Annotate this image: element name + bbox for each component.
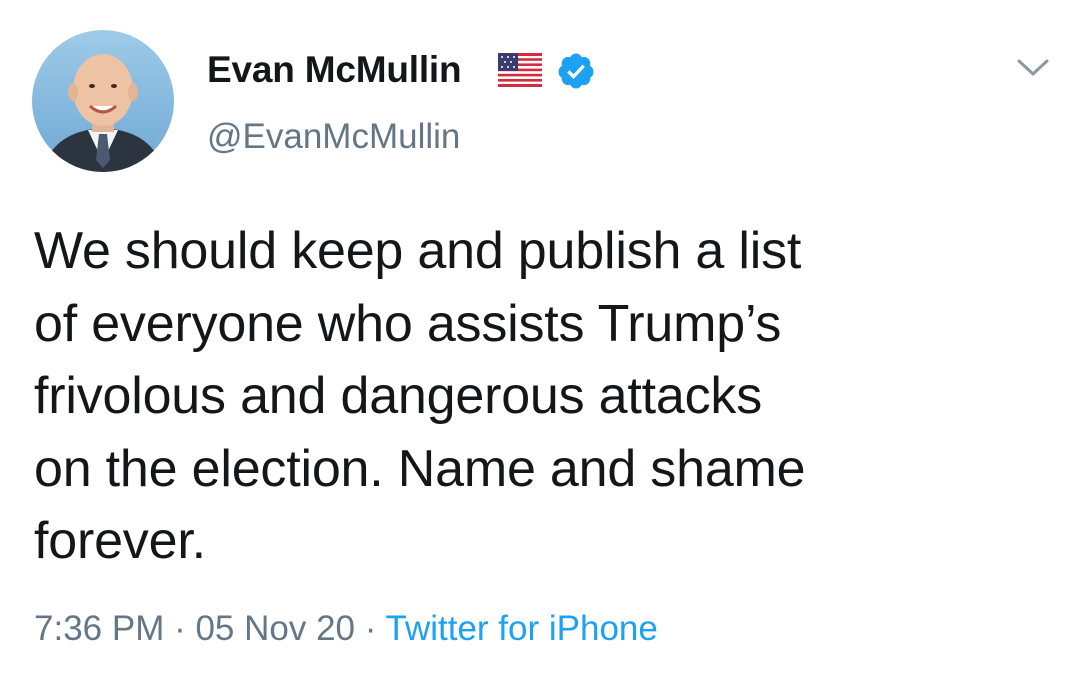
meta-separator: ·	[355, 609, 386, 648]
tweet-date[interactable]: 05 Nov 20	[195, 609, 355, 648]
tweet-time[interactable]: 7:36 PM	[34, 609, 164, 648]
tweet-meta: 7:36 PM · 05 Nov 20 · Twitter for iPhone	[34, 607, 658, 651]
tweet-source-link[interactable]: Twitter for iPhone	[386, 609, 658, 648]
author-display-name[interactable]: Evan McMullin	[207, 48, 462, 92]
author-avatar[interactable]	[32, 30, 174, 172]
chevron-down-icon[interactable]	[1016, 56, 1050, 80]
verified-badge-icon	[558, 53, 594, 89]
us-flag-icon	[498, 53, 542, 87]
tweet-text: We should keep and publish a list of eve…	[34, 222, 806, 570]
author-handle[interactable]: @EvanMcMullin	[207, 115, 460, 159]
avatar-photo-icon	[32, 30, 174, 172]
meta-separator: ·	[164, 609, 196, 648]
tweet-card: Evan McMullin @EvanMcMullin We should ke…	[0, 0, 1080, 689]
